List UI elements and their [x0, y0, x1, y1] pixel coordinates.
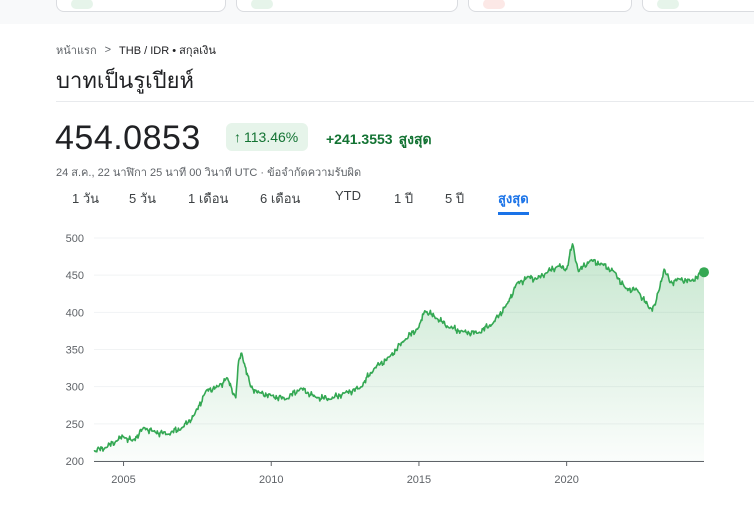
x-tick-label: 2020: [554, 474, 578, 486]
y-tick-label: 450: [66, 270, 84, 282]
arrow-up-icon: ↑: [234, 129, 241, 145]
y-tick-label: 250: [66, 419, 84, 431]
y-tick-label: 400: [66, 307, 84, 319]
tab-max[interactable]: สูงสุด: [498, 188, 529, 215]
absolute-change-value: +241.3553: [326, 131, 393, 147]
x-tick-label: 2015: [407, 474, 431, 486]
percent-change-badge: ↑ 113.46%: [226, 123, 309, 151]
suggestion-card[interactable]: [236, 0, 458, 12]
tab-1-day[interactable]: 1 วัน: [72, 188, 99, 209]
breadcrumb-current: THB / IDR • สกุลเงิน: [119, 45, 216, 57]
current-price: 454.0853: [55, 119, 201, 157]
top-suggestion-strip: [0, 0, 754, 24]
suggestion-card[interactable]: [642, 0, 754, 12]
timestamp-disclaimer[interactable]: 24 ส.ค., 22 นาฬิกา 25 นาที 00 วินาที UTC…: [56, 163, 361, 181]
tab-1-year[interactable]: 1 ปี: [394, 188, 413, 209]
tab-6-months[interactable]: 6 เดือน: [260, 188, 300, 209]
y-tick-label: 350: [66, 345, 84, 357]
y-tick-label: 300: [66, 382, 84, 394]
chevron-right-icon: >: [104, 44, 112, 56]
change-period-label: สูงสุด: [398, 131, 432, 147]
y-tick-label: 200: [66, 456, 84, 468]
divider: [56, 101, 754, 102]
suggestion-icon: [483, 0, 505, 9]
suggestion-icon: [251, 0, 273, 9]
tab-5-years[interactable]: 5 ปี: [445, 188, 464, 209]
suggestion-card[interactable]: [468, 0, 632, 12]
price-chart[interactable]: 200 250 300 350 400 450 500 2005 2010 2015 2020: [0, 220, 754, 508]
percent-change-value: 113.46%: [244, 129, 299, 145]
absolute-change: +241.3553 สูงสุด: [326, 129, 432, 151]
current-price-marker[interactable]: [699, 267, 709, 278]
suggestion-icon: [657, 0, 679, 9]
y-tick-label: 500: [66, 233, 84, 245]
breadcrumb: หน้าแรก > THB / IDR • สกุลเงิน: [56, 41, 216, 59]
tab-5-days[interactable]: 5 วัน: [129, 188, 156, 209]
breadcrumb-home-link[interactable]: หน้าแรก: [56, 41, 97, 59]
price-area-fill: [94, 243, 704, 461]
x-tick-label: 2010: [259, 474, 283, 486]
suggestion-card[interactable]: [56, 0, 226, 12]
x-tick-label: 2005: [111, 474, 135, 486]
tab-1-month[interactable]: 1 เดือน: [188, 188, 228, 209]
page-title: บาทเป็นรูเปียห์: [56, 68, 195, 93]
suggestion-icon: [71, 0, 93, 9]
tab-ytd[interactable]: YTD: [335, 188, 361, 203]
